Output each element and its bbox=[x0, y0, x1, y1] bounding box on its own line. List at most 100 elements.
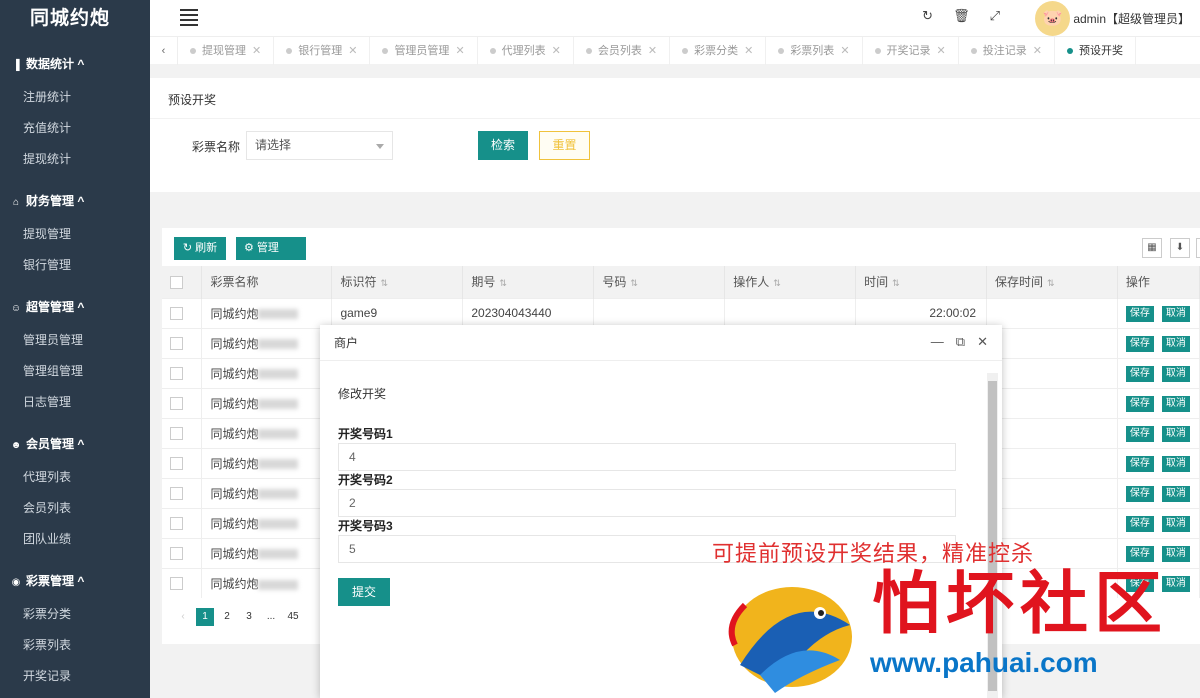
tab[interactable]: 投注记录 ✕ bbox=[959, 36, 1055, 65]
tab[interactable]: 开奖记录 ✕ bbox=[863, 36, 959, 65]
sidebar-item[interactable]: 会员列表 bbox=[0, 493, 150, 524]
sort-icon[interactable]: ⇅ bbox=[773, 278, 781, 288]
reset-button[interactable]: 重置 bbox=[539, 131, 590, 160]
menu-group-header[interactable]: ⌂ 财务管理 ^ bbox=[0, 183, 150, 219]
row-checkbox[interactable] bbox=[170, 397, 183, 411]
cancel-button[interactable]: 取消 bbox=[1161, 545, 1190, 562]
row-checkbox[interactable] bbox=[170, 547, 183, 561]
cancel-button[interactable]: 取消 bbox=[1161, 365, 1190, 382]
cancel-button[interactable]: 取消 bbox=[1161, 515, 1190, 532]
sort-icon[interactable]: ⇅ bbox=[1047, 278, 1055, 288]
close-tab-icon[interactable]: ✕ bbox=[252, 45, 261, 57]
close-tab-icon[interactable]: ✕ bbox=[455, 45, 464, 57]
menu-toggle-icon[interactable] bbox=[180, 9, 198, 26]
sort-icon[interactable]: ⇅ bbox=[630, 278, 638, 288]
row-checkbox[interactable] bbox=[170, 337, 183, 351]
column-header[interactable]: 标识符 ⇅ bbox=[331, 266, 464, 298]
select-all-checkbox[interactable] bbox=[170, 275, 183, 289]
column-header[interactable]: 彩票名称 bbox=[201, 266, 333, 298]
page-number[interactable]: 2 bbox=[218, 608, 236, 626]
print-icon[interactable] bbox=[1196, 238, 1200, 258]
setting-button[interactable]: ⚙ 管理 bbox=[236, 237, 306, 260]
close-tab-icon[interactable]: ✕ bbox=[348, 45, 357, 57]
save-button[interactable]: 保存 bbox=[1125, 455, 1154, 472]
save-button[interactable]: 保存 bbox=[1125, 485, 1154, 502]
close-tab-icon[interactable]: ✕ bbox=[1033, 45, 1042, 57]
row-checkbox[interactable] bbox=[170, 307, 183, 321]
tab[interactable]: 提现管理 ✕ bbox=[178, 36, 275, 65]
close-tab-icon[interactable]: ✕ bbox=[648, 45, 657, 57]
close-tab-icon[interactable]: ✕ bbox=[552, 45, 561, 57]
menu-group-header[interactable]: ☺ 超管管理 ^ bbox=[0, 289, 150, 325]
tab[interactable]: 管理员管理 ✕ bbox=[370, 36, 478, 65]
save-button[interactable]: 保存 bbox=[1125, 305, 1154, 322]
sidebar-item[interactable]: 开奖记录 bbox=[0, 661, 150, 692]
cancel-button[interactable]: 取消 bbox=[1161, 335, 1190, 352]
save-button[interactable]: 保存 bbox=[1125, 425, 1154, 442]
sidebar-item[interactable]: 银行管理 bbox=[0, 250, 150, 281]
row-checkbox[interactable] bbox=[170, 577, 183, 591]
sidebar-item[interactable]: 提现管理 bbox=[0, 219, 150, 250]
sidebar-item[interactable]: 管理组管理 bbox=[0, 356, 150, 387]
close-tab-icon[interactable]: ✕ bbox=[937, 45, 946, 57]
sort-icon[interactable]: ⇅ bbox=[892, 278, 900, 288]
row-checkbox[interactable] bbox=[170, 487, 183, 501]
refresh-button[interactable]: ↻ 刷新 bbox=[174, 237, 226, 260]
save-button[interactable]: 保存 bbox=[1125, 545, 1154, 562]
sidebar-item[interactable]: 代理列表 bbox=[0, 462, 150, 493]
cancel-button[interactable]: 取消 bbox=[1161, 425, 1190, 442]
fullscreen-icon[interactable]: ⤢ bbox=[990, 8, 1000, 24]
trash-icon[interactable]: 🗑 bbox=[953, 8, 970, 24]
submit-button[interactable]: 提交 bbox=[338, 578, 390, 606]
row-checkbox[interactable] bbox=[170, 517, 183, 531]
column-header[interactable]: 操作 bbox=[1117, 266, 1200, 298]
sidebar-item[interactable]: 日志管理 bbox=[0, 387, 150, 418]
tab[interactable]: 银行管理 ✕ bbox=[274, 36, 371, 65]
cancel-button[interactable]: 取消 bbox=[1161, 305, 1190, 322]
tab-scroll-left-icon[interactable]: ‹ bbox=[150, 36, 178, 65]
draw-number-1-input[interactable]: 4 bbox=[338, 443, 956, 471]
minimize-icon[interactable]: — bbox=[931, 334, 944, 350]
save-button[interactable]: 保存 bbox=[1125, 395, 1154, 412]
sidebar-item[interactable]: 注册统计 bbox=[0, 82, 150, 113]
row-checkbox[interactable] bbox=[170, 367, 183, 381]
menu-group-header[interactable]: ☻ 会员管理 ^ bbox=[0, 426, 150, 462]
avatar[interactable]: 🐷 bbox=[1035, 1, 1070, 36]
page-number[interactable]: 3 bbox=[240, 608, 258, 626]
export-icon[interactable]: ⬇ bbox=[1170, 238, 1190, 258]
search-button[interactable]: 检索 bbox=[478, 131, 528, 160]
row-checkbox[interactable] bbox=[170, 457, 183, 471]
sort-icon[interactable]: ⇅ bbox=[499, 278, 507, 288]
cancel-button[interactable]: 取消 bbox=[1161, 395, 1190, 412]
tab[interactable]: 会员列表 ✕ bbox=[574, 36, 671, 65]
column-header[interactable]: 时间 ⇅ bbox=[855, 266, 988, 298]
sidebar-item[interactable]: 团队业绩 bbox=[0, 524, 150, 555]
close-icon[interactable]: ✕ bbox=[977, 334, 988, 350]
column-header[interactable]: 号码 ⇅ bbox=[593, 266, 726, 298]
cancel-button[interactable]: 取消 bbox=[1161, 485, 1190, 502]
cancel-button[interactable]: 取消 bbox=[1161, 455, 1190, 472]
close-tab-icon[interactable]: ✕ bbox=[840, 45, 849, 57]
sidebar-item[interactable]: 彩票列表 bbox=[0, 630, 150, 661]
sidebar-item[interactable]: 提现统计 bbox=[0, 144, 150, 175]
menu-group-header[interactable]: ▐ 数据统计 ^ bbox=[0, 46, 150, 82]
save-button[interactable]: 保存 bbox=[1125, 515, 1154, 532]
column-header[interactable]: 保存时间 ⇅ bbox=[986, 266, 1118, 298]
tab[interactable]: 彩票列表 ✕ bbox=[766, 36, 863, 65]
columns-icon[interactable]: ▦ bbox=[1142, 238, 1162, 258]
save-button[interactable]: 保存 bbox=[1125, 335, 1154, 352]
maximize-icon[interactable]: ⧉ bbox=[956, 334, 965, 350]
admin-label[interactable]: admin【超级管理员】 bbox=[1073, 10, 1190, 27]
refresh-icon[interactable]: ↻ bbox=[922, 8, 933, 24]
menu-group-header[interactable]: ◉ 彩票管理 ^ bbox=[0, 563, 150, 599]
sort-icon[interactable]: ⇅ bbox=[380, 278, 388, 288]
page-number[interactable]: 1 bbox=[196, 608, 214, 626]
prev-page-icon[interactable]: ‹ bbox=[174, 608, 192, 626]
sidebar-item[interactable]: 管理员管理 bbox=[0, 325, 150, 356]
lottery-select[interactable]: 请选择 bbox=[246, 131, 393, 160]
page-number[interactable]: ... bbox=[262, 608, 280, 626]
column-header[interactable]: 操作人 ⇅ bbox=[724, 266, 857, 298]
row-checkbox[interactable] bbox=[170, 427, 183, 441]
close-tab-icon[interactable]: ✕ bbox=[744, 45, 753, 57]
sidebar-item[interactable]: 充值统计 bbox=[0, 113, 150, 144]
